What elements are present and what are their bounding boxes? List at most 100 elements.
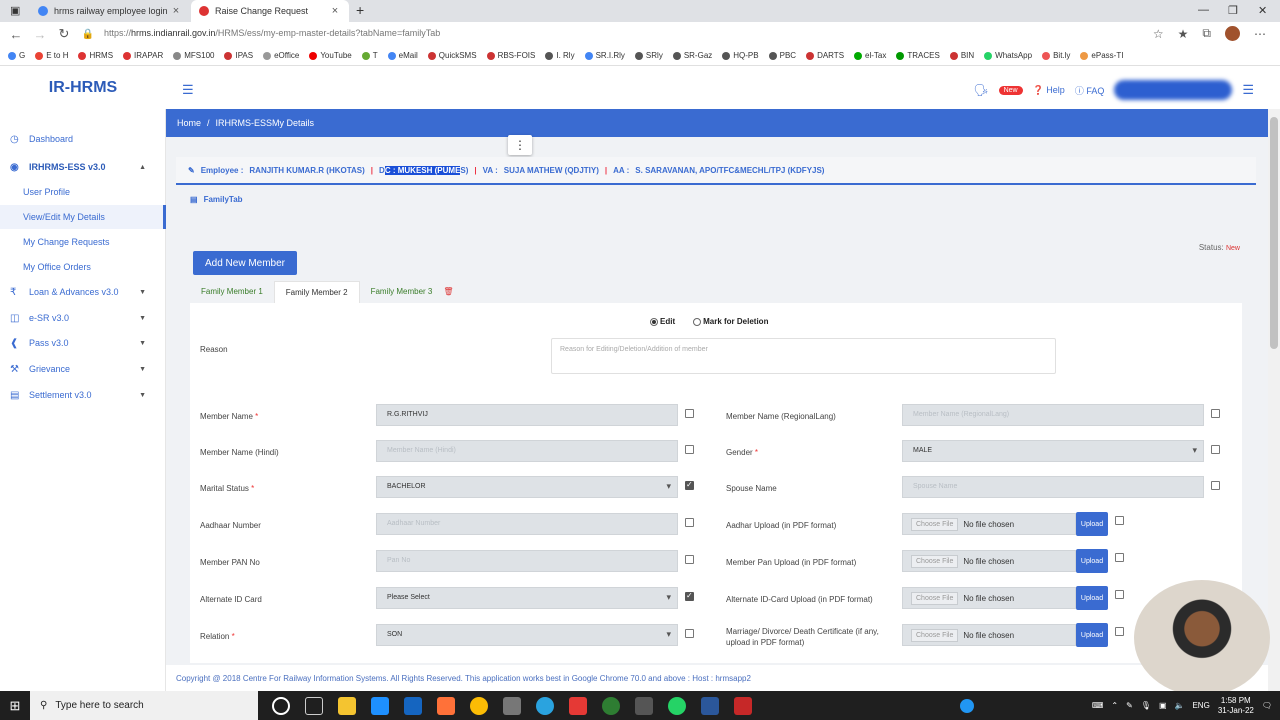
bookmark-item[interactable]: ePass-TI: [1080, 51, 1123, 60]
taskbar-search[interactable]: ⚲ Type here to search: [30, 691, 258, 720]
notifications-icon[interactable]: 🗨: [1262, 701, 1272, 710]
mic-icon[interactable]: 🎙: [1141, 701, 1151, 710]
sidebar-item-esr[interactable]: ◫ e-SR v3.0 ▼: [0, 306, 166, 330]
upload-3-checkbox[interactable]: [1115, 590, 1124, 599]
edit-radio[interactable]: Edit: [650, 317, 675, 326]
volume-icon[interactable]: 🔈: [1175, 701, 1185, 710]
upload-1-file-input[interactable]: Choose File No file chosen: [902, 513, 1076, 535]
member-name-hindi-checkbox[interactable]: [685, 445, 694, 454]
bookmark-item[interactable]: YouTube: [309, 51, 352, 60]
new-tab-icon[interactable]: +: [356, 2, 364, 18]
user-menu-blurred[interactable]: [1114, 80, 1233, 100]
upload-3-upload-button[interactable]: Upload: [1076, 586, 1108, 610]
anydesk-icon[interactable]: [569, 696, 587, 715]
bookmark-item[interactable]: SR.I.Rly: [584, 51, 625, 60]
upload-4-upload-button[interactable]: Upload: [1076, 623, 1108, 647]
tab-actions-icon[interactable]: ▣: [10, 4, 20, 17]
favorites-icon[interactable]: ★: [1178, 27, 1189, 41]
reason-textarea[interactable]: Reason for Editing/Deletion/Addition of …: [551, 338, 1056, 374]
menu-toggle-icon[interactable]: ☰: [182, 82, 194, 98]
choose-file-button[interactable]: Choose File: [911, 554, 959, 568]
member-name-hindi-input[interactable]: Member Name (Hindi): [376, 440, 678, 462]
relation-checkbox[interactable]: [685, 629, 694, 638]
sidebar-item-grievance[interactable]: ⚒ Grievance ▼: [0, 357, 166, 381]
new-badge[interactable]: New: [998, 85, 1023, 95]
sidebar-item-user-profile[interactable]: User Profile: [0, 180, 166, 204]
screen-recorder-icon[interactable]: [734, 696, 752, 715]
close-tab-icon[interactable]: ×: [170, 5, 182, 17]
calculator-icon[interactable]: [635, 696, 653, 715]
bookmark-item[interactable]: E to H: [35, 51, 68, 60]
scrollbar-thumb[interactable]: [1270, 117, 1278, 349]
edge-icon[interactable]: [404, 696, 422, 715]
member-pan-no-input[interactable]: Pan No: [376, 550, 678, 572]
upload-4-file-input[interactable]: Choose File No file chosen: [902, 624, 1076, 646]
bookmark-item[interactable]: TRACES: [896, 51, 940, 60]
choose-file-button[interactable]: Choose File: [911, 591, 959, 605]
aadhaar-number-input[interactable]: Aadhaar Number: [376, 513, 678, 535]
url-field[interactable]: https://hrms.indianrail.gov.in/HRMS/ess/…: [104, 28, 440, 38]
add-new-member-button[interactable]: Add New Member: [193, 251, 297, 275]
bookmark-item[interactable]: MFS100: [173, 51, 214, 60]
bookmark-item[interactable]: el-Tax: [854, 51, 886, 60]
edit-icon[interactable]: ✎: [188, 166, 195, 175]
back-icon[interactable]: ←: [4, 27, 28, 42]
file-explorer-icon[interactable]: [338, 696, 356, 715]
app-logo[interactable]: IR-HRMS: [0, 67, 166, 109]
trash-icon[interactable]: 🗑: [443, 281, 453, 303]
chrome-icon[interactable]: [470, 696, 488, 715]
bookmark-item[interactable]: SRly: [634, 51, 663, 60]
upload-2-upload-button[interactable]: Upload: [1076, 549, 1108, 573]
more-options-icon[interactable]: ⋮: [508, 135, 532, 155]
favorite-add-icon[interactable]: ☆: [1153, 27, 1164, 41]
chevron-up-icon[interactable]: ⌃: [1111, 701, 1118, 710]
sidebar-item-pass[interactable]: ❰ Pass v3.0 ▼: [0, 331, 166, 355]
keyboard-icon[interactable]: ⌨: [1092, 701, 1104, 710]
bookmark-item[interactable]: WhatsApp: [984, 51, 1032, 60]
firefox-icon[interactable]: [437, 696, 455, 715]
clock[interactable]: 1:58 PM 31-Jan-22: [1218, 696, 1254, 716]
sidebar-item-settlement[interactable]: ▤ Settlement v3.0 ▼: [0, 383, 166, 407]
upload-3-file-input[interactable]: Choose File No file chosen: [902, 587, 1076, 609]
bookmark-item[interactable]: PBC: [768, 51, 796, 60]
sidebar-item-view-edit-details[interactable]: View/Edit My Details: [0, 205, 166, 229]
gender-checkbox[interactable]: [1211, 445, 1220, 454]
ie-icon[interactable]: [371, 696, 389, 715]
bookmark-item[interactable]: T: [361, 51, 378, 60]
pen-icon[interactable]: ✎: [1126, 701, 1133, 710]
bookmark-item[interactable]: HRMS: [78, 51, 113, 60]
minimize-icon[interactable]: —: [1198, 4, 1209, 16]
close-tab-icon[interactable]: ×: [329, 5, 341, 17]
sidebar-item-ess[interactable]: ◉ IRHRMS-ESS v3.0 ▲: [0, 155, 166, 179]
maximize-icon[interactable]: ❐: [1228, 4, 1238, 17]
relation-select[interactable]: SON: [376, 624, 678, 646]
sidebar-item-office-orders[interactable]: My Office Orders: [0, 255, 166, 279]
bookmark-item[interactable]: DARTS: [806, 51, 844, 60]
faq-link[interactable]: ⓘ FAQ: [1075, 84, 1105, 97]
help-tray-icon[interactable]: [959, 698, 974, 713]
member-name-checkbox[interactable]: [685, 409, 694, 418]
gender-select[interactable]: MALE: [902, 440, 1204, 462]
aadhaar-number-checkbox[interactable]: [685, 518, 694, 527]
bookmark-item[interactable]: IPAS: [224, 51, 253, 60]
windows-start-icon[interactable]: ⊞: [0, 698, 30, 714]
reload-icon[interactable]: ↻: [52, 26, 76, 42]
alternate-id-card-select[interactable]: Please Select: [376, 587, 678, 609]
forward-icon[interactable]: →: [28, 27, 52, 42]
bookmark-item[interactable]: IRAPAR: [123, 51, 163, 60]
bookmark-item[interactable]: RBS-FOIS: [486, 51, 535, 60]
help-link[interactable]: ❓ Help: [1033, 85, 1065, 96]
member-name-input[interactable]: R.G.RITHVIJ: [376, 404, 678, 426]
marital-status-checkbox[interactable]: [685, 480, 694, 490]
choose-file-button[interactable]: Choose File: [911, 628, 959, 642]
sidebar-item-dashboard[interactable]: ◷ Dashboard: [0, 127, 166, 151]
whatsapp-icon[interactable]: [668, 696, 686, 715]
browser-tab-raise-change[interactable]: Raise Change Request ×: [191, 0, 349, 22]
marital-status-select[interactable]: BACHELOR: [376, 476, 678, 498]
cortana-icon[interactable]: [272, 696, 290, 715]
tab-family-member-1[interactable]: Family Member 1: [190, 281, 274, 303]
tab-family-member-2[interactable]: Family Member 2: [273, 281, 360, 303]
member-name-regionallang-input[interactable]: Member Name (RegionalLang): [902, 404, 1204, 426]
bookmark-item[interactable]: eOffice: [263, 51, 299, 60]
spouse-name-checkbox[interactable]: [1211, 481, 1220, 490]
